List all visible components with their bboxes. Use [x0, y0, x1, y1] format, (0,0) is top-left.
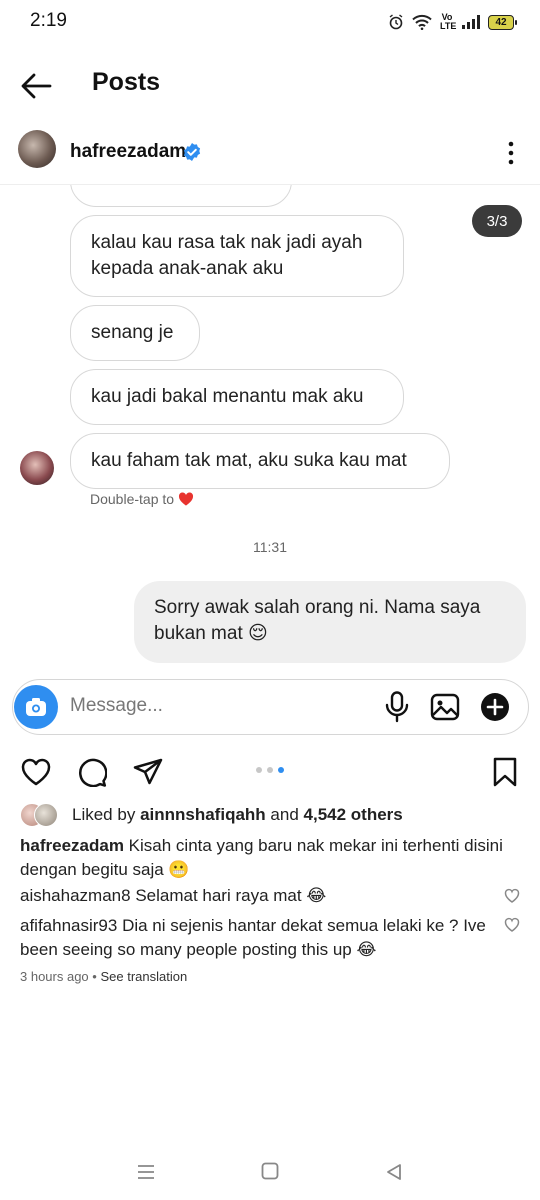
volte-label: Vo LTE [440, 12, 457, 31]
incoming-message: kau jadi bakal menantu mak aku [70, 369, 404, 425]
post-timestamp: 3 hours ago [20, 969, 89, 984]
chat-sender-avatar [20, 451, 54, 485]
author-avatar[interactable] [18, 130, 56, 168]
incoming-message: kau faham tak mat, aku suka kau mat [70, 433, 450, 489]
camera-button[interactable] [14, 685, 58, 729]
comment-icon[interactable] [77, 757, 107, 787]
message-input[interactable] [70, 695, 350, 717]
author-username[interactable]: hafreezadam [70, 141, 186, 163]
wifi-icon [412, 14, 432, 30]
nav-back-icon[interactable] [384, 1162, 404, 1182]
message-text: kau faham tak mat, aku suka kau mat [91, 450, 407, 471]
liker-username[interactable]: ainnnshafiqahh [140, 805, 266, 824]
comment-username[interactable]: afifahnasir93 [20, 916, 117, 935]
cropped-message-bubble [70, 185, 292, 207]
liker-avatars [20, 803, 64, 827]
double-tap-hint: Double-tap to [90, 491, 194, 507]
post-meta: 3 hours ago • See translation [20, 969, 187, 984]
battery-indicator: 42 [488, 14, 517, 30]
caption-author[interactable]: hafreezadam [20, 836, 124, 855]
likes-others[interactable]: 4,542 others [304, 805, 403, 824]
carousel-dot [256, 767, 262, 773]
liked-joiner: and [270, 805, 299, 824]
more-options-icon[interactable] [500, 140, 522, 166]
incoming-message: kalau kau rasa tak nak jadi ayah kepada … [70, 215, 404, 297]
outgoing-message: Sorry awak salah orang ni. Nama saya buk… [134, 581, 526, 663]
heart-icon [178, 492, 193, 506]
alarm-icon [389, 14, 403, 30]
liker-avatar [34, 803, 58, 827]
recent-apps-icon[interactable] [136, 1162, 156, 1182]
share-icon[interactable] [132, 757, 164, 787]
carousel-dot [267, 767, 273, 773]
message-text: Sorry awak salah orang ni. Nama saya buk… [154, 597, 481, 644]
post-caption: hafreezadam Kisah cinta yang baru nak me… [20, 834, 520, 882]
double-tap-text: Double-tap to [90, 491, 175, 507]
comment-text: Selamat hari raya mat 😂 [135, 886, 327, 905]
comment-like-heart-icon[interactable] [504, 888, 520, 904]
camera-icon [26, 698, 46, 716]
bookmark-icon[interactable] [492, 757, 518, 787]
microphone-icon[interactable] [384, 691, 410, 723]
page-counter: 3/3 [472, 205, 522, 237]
message-text: senang je [91, 322, 174, 343]
post-image[interactable]: 3/3 kalau kau rasa tak nak jadi ayah kep… [0, 184, 540, 735]
add-icon[interactable] [480, 692, 510, 722]
liked-by-prefix: Liked by [72, 805, 136, 824]
see-translation-link[interactable]: See translation [100, 969, 187, 984]
comment-like-heart-icon[interactable] [504, 917, 520, 933]
carousel-indicator [256, 767, 284, 773]
chat-time-divider: 11:31 [253, 539, 287, 555]
verified-badge-icon [183, 143, 201, 161]
page-title: Posts [92, 68, 161, 96]
status-icons: Vo LTE 42 [388, 10, 517, 34]
comment: afifahnasir93 Dia ni sejenis hantar deka… [20, 914, 490, 962]
message-text: kau jadi bakal menantu mak aku [91, 386, 364, 407]
message-text: kalau kau rasa tak nak jadi ayah kepada … [91, 232, 363, 279]
gallery-icon[interactable] [430, 693, 460, 721]
comment-username[interactable]: aishahazman8 [20, 886, 131, 905]
home-icon[interactable] [261, 1162, 279, 1180]
meta-separator: • [92, 969, 97, 984]
back-arrow-icon[interactable] [18, 68, 54, 104]
incoming-message: senang je [70, 305, 200, 361]
like-heart-icon[interactable] [20, 757, 52, 787]
likes-summary[interactable]: Liked by ainnnshafiqahh and 4,542 others [72, 805, 403, 825]
comment: aishahazman8 Selamat hari raya mat 😂 [20, 884, 490, 908]
carousel-dot-active [278, 767, 284, 773]
signal-icon [462, 15, 480, 29]
status-time: 2:19 [30, 10, 67, 31]
